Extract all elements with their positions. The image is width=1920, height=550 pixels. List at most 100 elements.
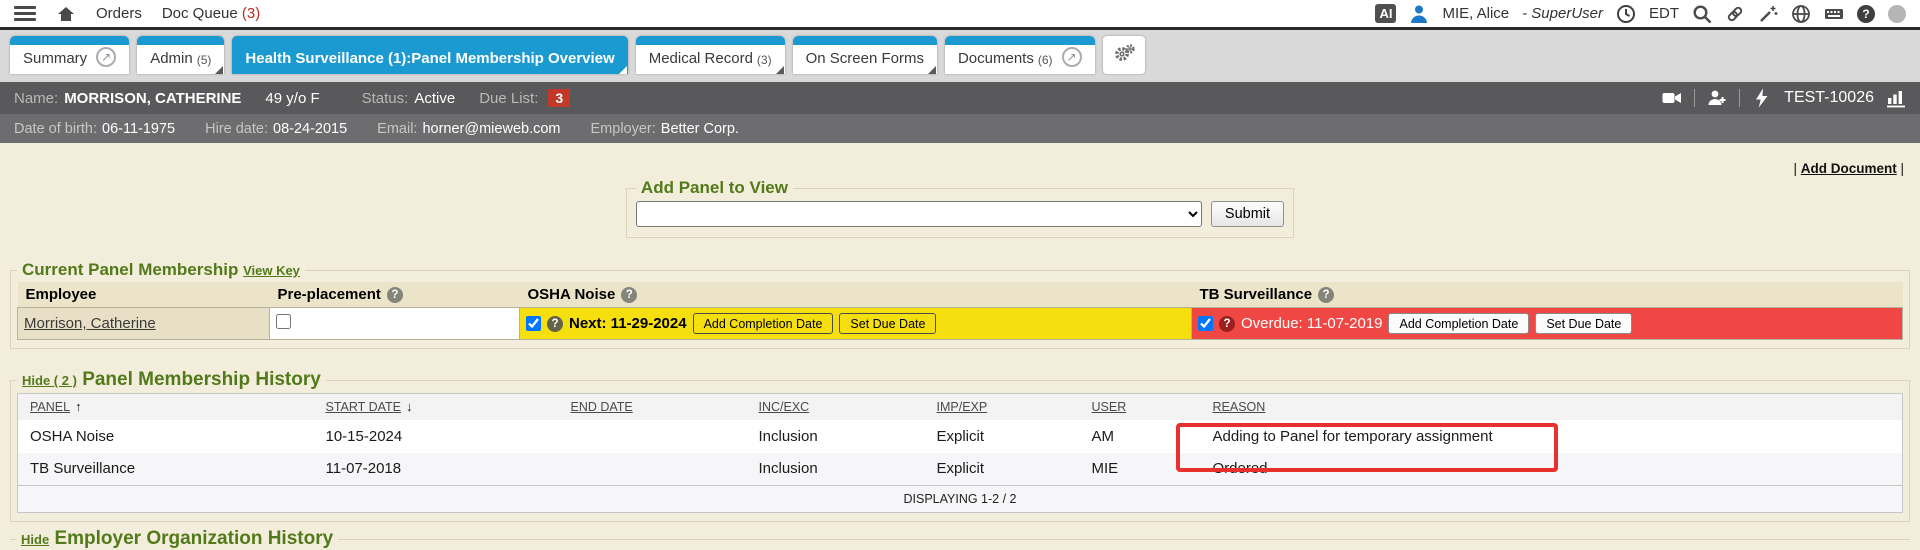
user-icon — [1409, 4, 1429, 24]
nav-orders[interactable]: Orders — [96, 5, 142, 22]
status-label: Status: — [362, 90, 409, 107]
sort-start-date-link[interactable]: START DATE — [326, 400, 401, 414]
sort-desc-icon: ↓ — [406, 399, 413, 414]
tab-admin[interactable]: Admin (5) — [137, 36, 224, 74]
reason-cell: Adding to Panel for temporary assignment — [1201, 420, 1903, 453]
inc-exc-cell: Inclusion — [747, 420, 925, 453]
panel-select[interactable] — [636, 201, 1202, 227]
sort-imp-exp-link[interactable]: IMP/EXP — [937, 400, 988, 414]
help-icon[interactable]: ? — [621, 287, 637, 303]
patient-header: Name: MORRISON, CATHERINE 49 y/o F Statu… — [0, 82, 1920, 114]
tb-surveillance-checkbox[interactable] — [1198, 316, 1213, 331]
column-pre-placement: Pre-placement? — [270, 282, 520, 308]
reason-cell: Ordered — [1201, 453, 1903, 486]
patient-email: horner@mieweb.com — [422, 121, 560, 137]
globe-icon[interactable] — [1791, 4, 1811, 24]
user-cell: MIE — [1080, 453, 1201, 486]
tab-documents[interactable]: Documents (6) ↗ — [945, 36, 1095, 74]
tab-health-surveillance[interactable]: Health Surveillance (1):Panel Membership… — [232, 36, 627, 74]
sort-reason-link[interactable]: REASON — [1213, 400, 1266, 414]
sort-panel-link[interactable]: PANEL — [30, 400, 70, 414]
set-due-date-button[interactable]: Set Due Date — [839, 313, 936, 334]
help-icon[interactable]: ? — [1318, 287, 1334, 303]
panel-cell: TB Surveillance — [18, 453, 314, 486]
add-document-link[interactable]: Add Document — [1801, 161, 1897, 176]
hide-history-link[interactable]: Hide ( 2 ) — [22, 373, 77, 388]
employer-label: Employer: — [591, 121, 656, 137]
employer-history-legend: Employer Organization History — [54, 528, 333, 549]
add-panel-fieldset: Add Panel to View Submit — [626, 178, 1294, 238]
gears-icon — [1112, 43, 1136, 67]
patient-dob: 06-11-1975 — [102, 121, 175, 137]
start-date-cell: 10-15-2024 — [314, 420, 559, 453]
employee-id: TEST-10026 — [1784, 89, 1874, 107]
tab-menu-fold-icon — [619, 66, 627, 74]
pre-placement-checkbox[interactable] — [276, 314, 291, 329]
top-toolbar: Orders Doc Queue (3) AI MIE, Alice - Sup… — [0, 0, 1920, 30]
sort-end-date-link[interactable]: END DATE — [571, 400, 633, 414]
timezone-label[interactable]: EDT — [1649, 5, 1679, 22]
patient-employer: Better Corp. — [661, 121, 739, 137]
chart-tab-bar: Summary ↗ Admin (5) Health Surveillance … — [0, 30, 1920, 82]
add-completion-date-button[interactable]: Add Completion Date — [1388, 313, 1529, 334]
tab-menu-fold-icon — [928, 66, 936, 74]
table-footer-row: DISPLAYING 1-2 / 2 — [18, 486, 1903, 513]
panel-membership-history-section: Hide ( 2 ) Panel Membership History PANE… — [10, 369, 1910, 522]
add-completion-date-button[interactable]: Add Completion Date — [693, 313, 834, 334]
patient-age-sex: 49 y/o F — [265, 90, 319, 107]
due-list-count-badge[interactable]: 3 — [548, 89, 570, 107]
magic-wand-icon[interactable] — [1758, 4, 1778, 24]
dob-label: Date of birth: — [14, 121, 97, 137]
keyboard-icon[interactable] — [1824, 4, 1844, 24]
imp-exp-cell: Explicit — [925, 453, 1080, 486]
current-panel-table: Employee Pre-placement? OSHA Noise? TB S… — [17, 282, 1903, 340]
sort-inc-exc-link[interactable]: INC/EXC — [759, 400, 810, 414]
help-icon[interactable]: ? — [387, 287, 403, 303]
user-name[interactable]: MIE, Alice — [1442, 5, 1509, 22]
osha-noise-checkbox[interactable] — [526, 316, 541, 331]
help-icon[interactable]: ? — [1857, 5, 1875, 23]
name-label: Name: — [14, 90, 58, 107]
tab-on-screen-forms[interactable]: On Screen Forms — [793, 36, 937, 74]
doc-queue-count: (3) — [242, 5, 260, 22]
table-row: Morrison, Catherine ? Next: 11-29-2024 A… — [18, 308, 1903, 340]
add-person-icon[interactable] — [1707, 88, 1727, 108]
nav-doc-queue[interactable]: Doc Queue (3) — [162, 5, 260, 22]
submit-button[interactable]: Submit — [1211, 201, 1284, 227]
main-content: | Add Document | Add Panel to View Submi… — [0, 143, 1920, 547]
tab-medical-record[interactable]: Medical Record (3) — [636, 36, 785, 74]
sort-user-link[interactable]: USER — [1092, 400, 1127, 414]
search-icon[interactable] — [1692, 4, 1712, 24]
external-link-icon[interactable]: ↗ — [1062, 47, 1082, 67]
patient-status: Active — [414, 90, 455, 107]
start-date-cell: 11-07-2018 — [314, 453, 559, 486]
help-icon[interactable]: ? — [1219, 316, 1235, 332]
tab-settings-button[interactable] — [1103, 36, 1145, 74]
clock-icon — [1616, 4, 1636, 24]
hide-employer-history-link[interactable]: Hide — [21, 532, 49, 547]
paging-status: DISPLAYING 1-2 / 2 — [18, 486, 1903, 513]
end-date-cell — [559, 453, 747, 486]
table-header-row: Employee Pre-placement? OSHA Noise? TB S… — [18, 282, 1903, 308]
home-icon[interactable] — [56, 4, 76, 24]
employee-link[interactable]: Morrison, Catherine — [24, 315, 156, 332]
chart-stats-icon[interactable] — [1886, 88, 1906, 108]
view-key-link[interactable]: View Key — [243, 263, 300, 278]
avatar[interactable] — [1888, 5, 1906, 23]
ai-button[interactable]: AI — [1375, 4, 1396, 23]
help-icon[interactable]: ? — [547, 316, 563, 332]
video-call-icon[interactable] — [1662, 88, 1682, 108]
column-osha-noise: OSHA Noise? — [520, 282, 1192, 308]
link-icon[interactable] — [1725, 4, 1745, 24]
tab-menu-fold-icon — [776, 66, 784, 74]
add-document-row: | Add Document | — [0, 143, 1920, 176]
menu-icon[interactable] — [14, 6, 36, 21]
tab-summary[interactable]: Summary ↗ — [10, 36, 129, 74]
external-link-icon[interactable]: ↗ — [96, 47, 116, 67]
set-due-date-button[interactable]: Set Due Date — [1535, 313, 1632, 334]
patient-hire-date: 08-24-2015 — [273, 121, 347, 137]
end-date-cell — [559, 420, 747, 453]
table-row: OSHA Noise 10-15-2024 Inclusion Explicit… — [18, 420, 1903, 453]
quick-action-bolt-icon[interactable] — [1752, 88, 1772, 108]
current-panel-legend: Current Panel Membership — [22, 260, 238, 279]
